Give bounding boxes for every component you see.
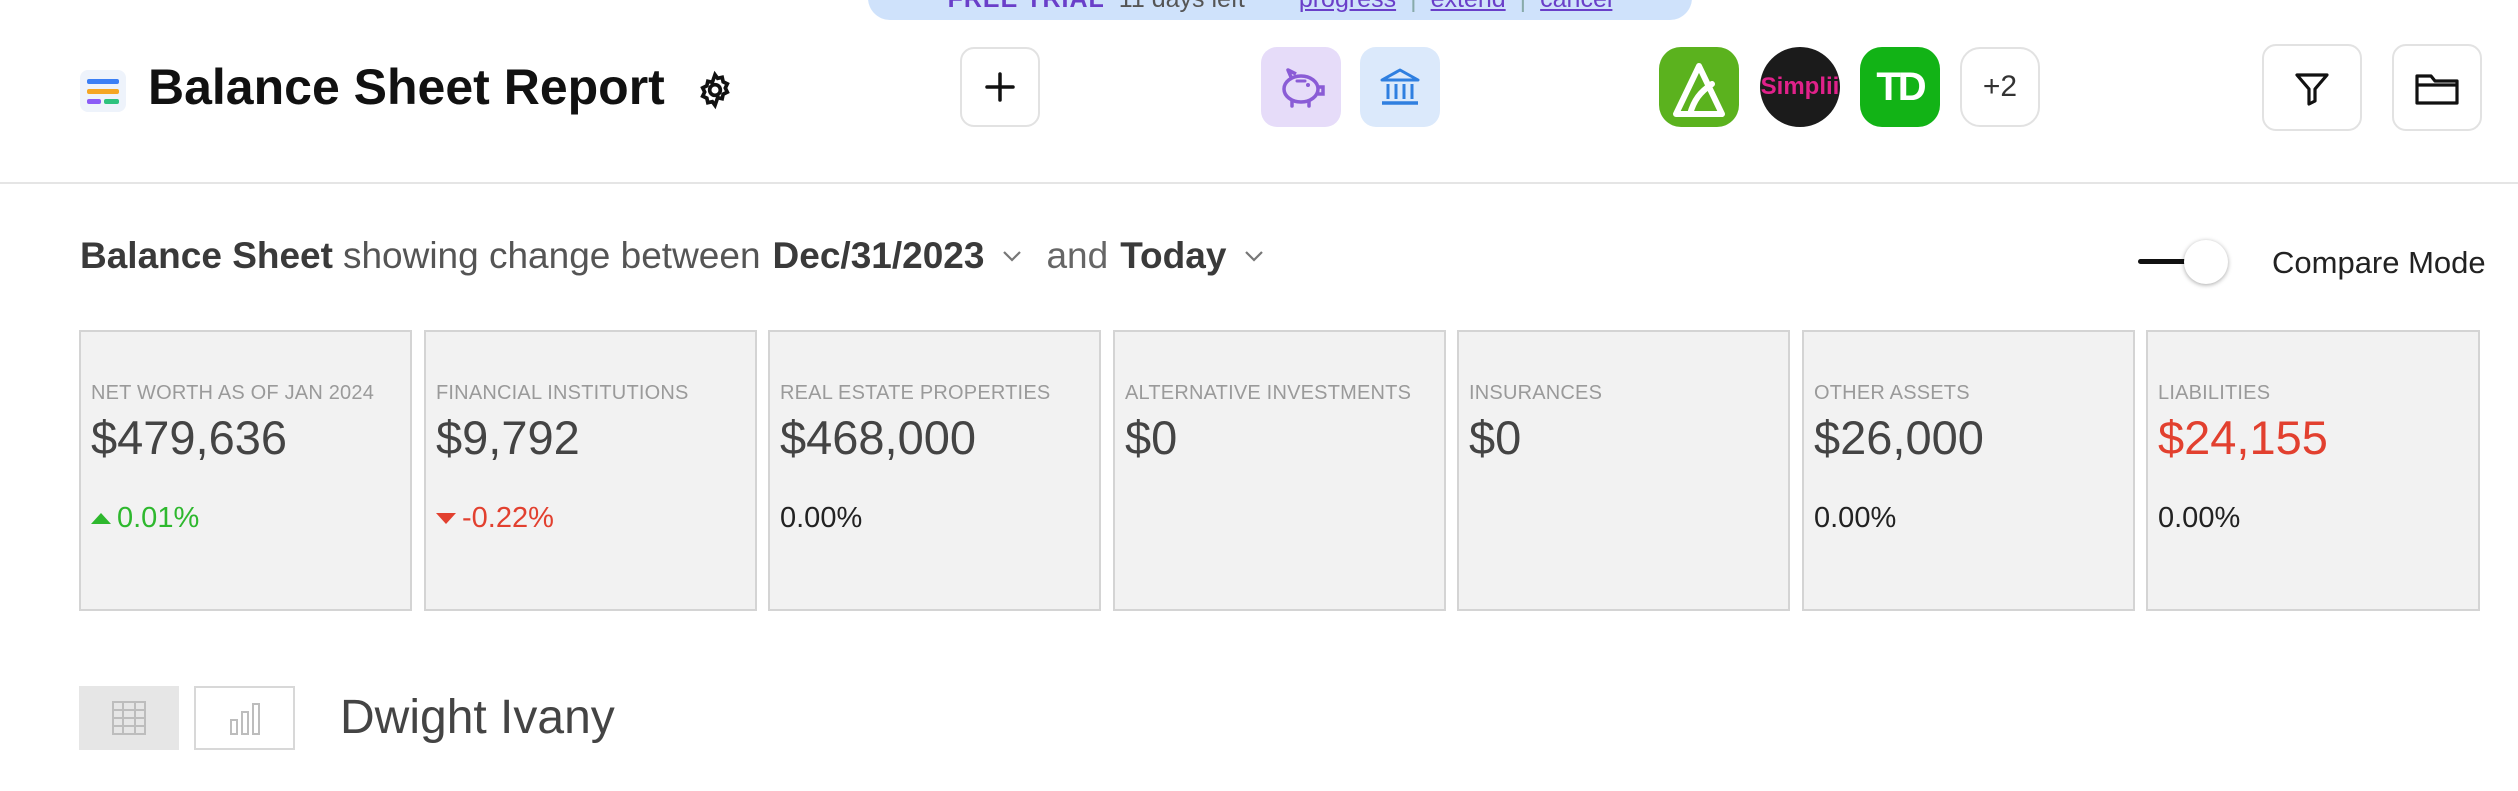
card-change: 0.00% xyxy=(2158,502,2240,535)
card-label: NET WORTH AS OF JAN 2024 xyxy=(91,382,375,404)
card-alternative-investments[interactable]: ALTERNATIVE INVESTMENTS $0 xyxy=(1113,330,1446,611)
institution-atb[interactable] xyxy=(1659,47,1739,127)
end-date-select[interactable]: Today xyxy=(1120,235,1226,277)
report-subheader: Balance Sheet showing change between Dec… xyxy=(80,235,1282,277)
card-change: 0.01% xyxy=(91,502,199,535)
conjunction: and xyxy=(1046,235,1109,276)
triangle-down-icon xyxy=(436,513,456,524)
piggy-bank-icon xyxy=(1282,68,1325,108)
card-label: REAL ESTATE PROPERTIES xyxy=(780,382,1051,404)
card-value: $26,000 xyxy=(1814,411,1984,464)
card-real-estate[interactable]: REAL ESTATE PROPERTIES $468,000 0.00% xyxy=(768,330,1101,611)
table-view-button[interactable] xyxy=(79,686,179,750)
card-value: $0 xyxy=(1125,411,1178,464)
bar-chart-icon xyxy=(229,703,260,735)
plus-icon xyxy=(985,72,1015,102)
chevron-down-icon[interactable] xyxy=(1240,242,1268,270)
card-label: OTHER ASSETS xyxy=(1814,382,1970,404)
card-other-assets[interactable]: OTHER ASSETS $26,000 0.00% xyxy=(1802,330,2135,611)
chevron-down-icon[interactable] xyxy=(998,242,1026,270)
folder-icon xyxy=(2415,73,2459,105)
card-value: $24,155 xyxy=(2158,411,2328,464)
filter-icon xyxy=(2295,72,2329,106)
institution-td[interactable]: TD xyxy=(1860,47,1940,127)
card-value: $9,792 xyxy=(436,411,580,464)
card-label: FINANCIAL INSTITUTIONS xyxy=(436,382,689,404)
card-value: $479,636 xyxy=(91,411,288,464)
card-change: -0.22% xyxy=(436,502,554,535)
start-date-select[interactable]: Dec/31/2023 xyxy=(773,235,985,277)
card-change-value: 0.00% xyxy=(780,502,863,534)
bank-button[interactable] xyxy=(1360,47,1440,127)
toggle-knob[interactable] xyxy=(2184,240,2228,284)
card-change-value: 0.01% xyxy=(117,502,200,534)
more-institutions-button[interactable]: +2 xyxy=(1960,47,2040,127)
table-grid-icon xyxy=(112,701,146,735)
gear-icon[interactable] xyxy=(695,70,735,110)
chart-view-button[interactable] xyxy=(194,686,295,750)
institution-simplii[interactable]: Simplii xyxy=(1760,47,1840,127)
savings-button[interactable] xyxy=(1261,47,1341,127)
bank-icon xyxy=(1380,68,1420,105)
filter-button[interactable] xyxy=(2262,44,2362,131)
report-phrase: showing change between xyxy=(342,235,761,276)
add-button[interactable] xyxy=(960,47,1040,127)
person-name: Dwight Ivany xyxy=(340,691,615,744)
atb-logo-icon xyxy=(1673,63,1725,117)
card-change-value: -0.22% xyxy=(462,502,554,534)
card-value: $468,000 xyxy=(780,411,977,464)
page-title: Balance Sheet Report xyxy=(148,59,665,115)
card-value: $0 xyxy=(1469,411,1522,464)
card-liabilities[interactable]: LIABILITIES $24,155 0.00% xyxy=(2146,330,2480,611)
card-label: LIABILITIES xyxy=(2158,382,2271,404)
app-logo-icon xyxy=(80,70,126,112)
card-change: 0.00% xyxy=(780,502,862,535)
compare-mode-toggle[interactable] xyxy=(2138,240,2228,284)
card-change-value: 0.00% xyxy=(1814,502,1897,534)
triangle-up-icon xyxy=(91,513,111,524)
header: Balance Sheet Report Simplii TD +2 xyxy=(0,0,2518,184)
card-financial-institutions[interactable]: FINANCIAL INSTITUTIONS $9,792 -0.22% xyxy=(424,330,757,611)
card-change: 0.00% xyxy=(1814,502,1896,535)
card-net-worth[interactable]: NET WORTH AS OF JAN 2024 $479,636 0.01% xyxy=(79,330,412,611)
card-label: INSURANCES xyxy=(1469,382,1603,404)
compare-mode-label: Compare Mode xyxy=(2272,245,2486,280)
folder-button[interactable] xyxy=(2392,44,2482,131)
card-change-value: 0.00% xyxy=(2158,502,2241,534)
report-type: Balance Sheet xyxy=(80,235,333,276)
card-insurances[interactable]: INSURANCES $0 xyxy=(1457,330,1790,611)
card-label: ALTERNATIVE INVESTMENTS xyxy=(1125,382,1412,404)
